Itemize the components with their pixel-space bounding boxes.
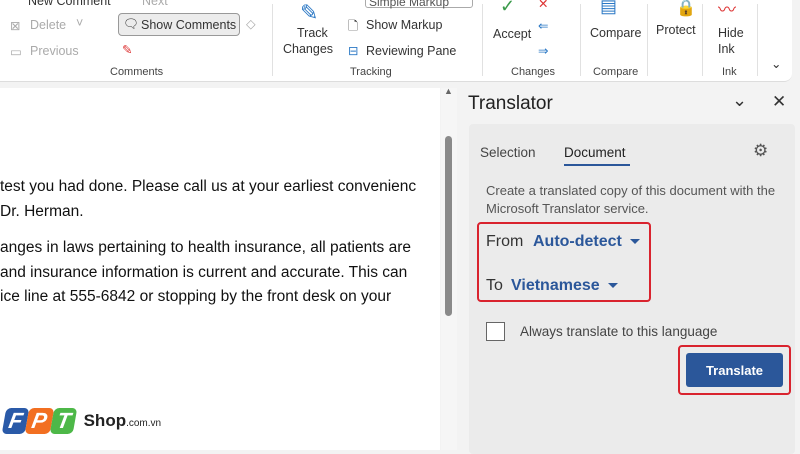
accept-button[interactable]: Accept [493,27,531,41]
close-icon[interactable]: ✕ [772,92,786,112]
scrollbar-thumb[interactable] [445,136,452,316]
changes-group-label: Changes [511,66,556,78]
hide-ink-button[interactable]: Hide [718,26,744,40]
tab-selection[interactable]: Selection [480,145,536,160]
document-page[interactable]: test you had done. Please call us at you… [0,88,440,450]
always-translate-checkbox[interactable] [486,322,505,341]
previous-button[interactable]: Previous [30,44,79,58]
track-changes-label[interactable]: Changes [283,42,333,56]
ribbon: New Comment Next ⊠ Delete ˅ ▭ Previous 🗨… [0,0,792,82]
delete-button[interactable]: Delete [30,18,66,32]
logo-t: T [49,408,78,434]
reviewing-pane-button[interactable]: Reviewing Pane [366,44,456,58]
show-comments-button[interactable]: 🗨 Show Comments [118,13,240,36]
fptshop-watermark: F P T Shop.com.vn [1,408,162,434]
comments-group-label: Comments [110,66,164,78]
reviewing-pane-icon: ⊟ [348,44,359,58]
track-changes-icon: ✎ [300,0,319,25]
doc-line: test you had done. Please call us at you… [0,178,417,195]
comment-icon: 🗨 [123,17,139,31]
tracking-group-label: Tracking [350,66,392,78]
ink-icon: 〰 [718,0,736,20]
always-translate-label[interactable]: Always translate to this language [520,324,717,339]
ink-comment-icon[interactable]: ✎ [122,42,132,57]
translator-title: Translator [468,93,553,114]
translate-button[interactable]: Translate [686,353,783,387]
previous-icon: ▭ [10,45,22,59]
show-comments-label: Show Comments [141,18,237,32]
next-change-icon[interactable]: ⇒ [538,43,548,58]
hide-ink-label[interactable]: Ink [718,42,735,56]
vertical-scrollbar[interactable]: ▲ [441,86,457,450]
doc-line: ice line at 555-6842 or stopping by the … [0,288,392,305]
accept-icon: ✓ [500,0,516,16]
next-comment-button[interactable]: Next [142,0,168,8]
tab-document[interactable]: Document [564,145,626,160]
translator-description: Create a translated copy of this documen… [486,183,776,216]
doc-line: anges in laws pertaining to health insur… [0,239,412,256]
language-highlight-box [477,222,651,302]
eraser-icon[interactable]: ◇ [246,16,256,31]
logo-shop: Shop.com.vn [83,411,162,430]
show-markup-button[interactable]: Show Markup [366,18,442,32]
previous-change-icon[interactable]: ⇐ [538,18,548,33]
protect-button[interactable]: Protect [656,23,696,37]
gear-icon[interactable]: ⚙ [753,141,768,161]
collapse-ribbon-icon[interactable]: ⌄ [771,56,781,71]
active-tab-underline [564,164,630,166]
scroll-up-icon[interactable]: ▲ [444,86,453,96]
doc-line: and insurance information is current and… [0,264,408,281]
lock-icon: 🔒 [676,0,696,17]
chevron-down-icon: ˅ [76,16,84,30]
new-comment-button[interactable]: New Comment [28,0,111,8]
doc-line: Dr. Herman. [0,203,84,220]
compare-icon: ▤ [600,0,618,16]
markup-dropdown[interactable]: Simple Markup [365,0,473,9]
ink-group-label: Ink [722,66,737,78]
track-changes-button[interactable]: Track [297,26,328,40]
pane-options-chevron-icon[interactable]: ⌄ [732,90,747,111]
compare-button[interactable]: Compare [590,26,641,40]
show-markup-icon: 🗋 [348,19,359,33]
delete-icon: ⊠ [10,19,21,33]
compare-group-label: Compare [593,66,639,78]
reject-icon[interactable]: ✕ [538,0,548,11]
